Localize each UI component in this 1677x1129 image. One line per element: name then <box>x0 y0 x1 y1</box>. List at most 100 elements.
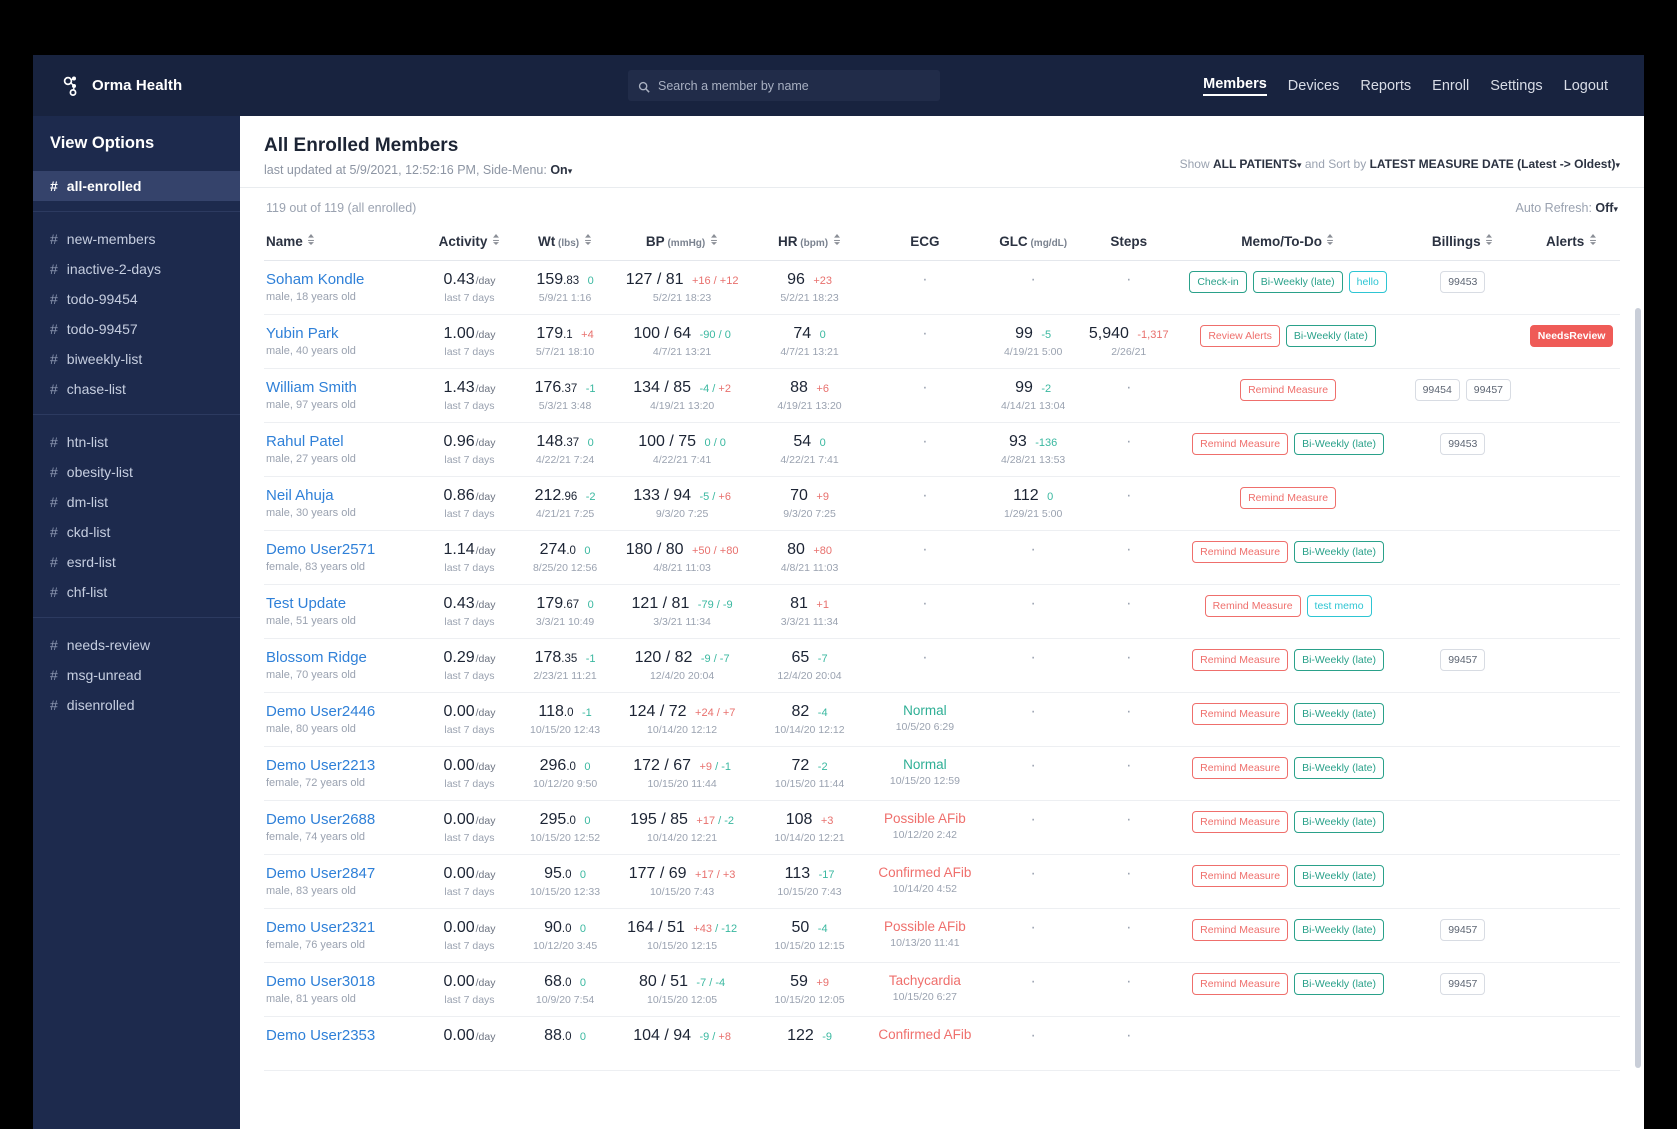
memo-badge[interactable]: Remind Measure <box>1204 595 1301 617</box>
sidebar-item-htn-list[interactable]: # htn-list <box>33 427 240 457</box>
chevron-down-icon-sort[interactable]: ▾ <box>1615 160 1620 170</box>
sort-icon[interactable] <box>307 233 316 248</box>
memo-badge[interactable]: Remind Measure <box>1192 757 1289 779</box>
sort-icon[interactable] <box>709 233 718 248</box>
memo-badge[interactable]: Bi-Weekly (late) <box>1294 757 1384 779</box>
memo-badge[interactable]: Remind Measure <box>1192 865 1289 887</box>
memo-badge[interactable]: Bi-Weekly (late) <box>1285 325 1376 347</box>
table-row[interactable]: Demo User2688 female, 74 years old 0.00/da… <box>264 800 1620 855</box>
sort-icon[interactable] <box>1326 233 1335 248</box>
memo-badge[interactable]: Bi-Weekly (late) <box>1252 271 1343 293</box>
billing-badge[interactable]: 99454 <box>1414 379 1460 401</box>
column-header-wt[interactable]: Wt (lbs) <box>517 226 613 261</box>
table-row[interactable]: Demo User2446 male, 80 years old 0.00/day l… <box>264 692 1620 747</box>
chevron-down-icon-refresh[interactable]: ▾ <box>1613 204 1618 214</box>
table-row[interactable]: Blossom Ridge male, 70 years old 0.29/day l… <box>264 638 1620 693</box>
nav-link-devices[interactable]: Devices <box>1288 78 1340 94</box>
sidebar-item-biweekly-list[interactable]: # biweekly-list <box>33 344 240 374</box>
memo-badge[interactable]: Bi-Weekly (late) <box>1294 703 1384 725</box>
memo-badge[interactable]: Remind Measure <box>1240 487 1337 509</box>
member-name-link[interactable]: Demo User2688 <box>266 811 417 828</box>
sidebar-item-todo-99457[interactable]: # todo-99457 <box>33 314 240 344</box>
nav-link-enroll[interactable]: Enroll <box>1432 78 1469 94</box>
memo-badge[interactable]: Review Alerts <box>1200 325 1280 347</box>
table-row[interactable]: Soham Kondle male, 18 years old 0.43/day la… <box>264 260 1620 315</box>
memo-badge[interactable]: hello <box>1348 271 1387 293</box>
column-header-alerts[interactable]: Alerts <box>1523 226 1620 261</box>
column-header-bp[interactable]: BP (mmHg) <box>612 226 752 261</box>
sidebar-item-all-enrolled[interactable]: # all-enrolled <box>33 171 240 201</box>
nav-link-reports[interactable]: Reports <box>1360 78 1411 94</box>
side-menu-value[interactable]: On <box>550 163 567 177</box>
member-name-link[interactable]: Test Update <box>266 595 417 612</box>
memo-badge[interactable]: Bi-Weekly (late) <box>1294 649 1384 671</box>
chevron-down-icon-show[interactable]: ▾ <box>1297 160 1302 170</box>
sidebar-item-msg-unread[interactable]: # msg-unread <box>33 660 240 690</box>
vertical-scrollbar[interactable] <box>1635 308 1641 1068</box>
sidebar-item-esrd-list[interactable]: # esrd-list <box>33 547 240 577</box>
memo-badge[interactable]: test memo <box>1306 595 1372 617</box>
sidebar-item-chf-list[interactable]: # chf-list <box>33 577 240 607</box>
sort-icon[interactable] <box>583 233 592 248</box>
memo-badge[interactable]: Bi-Weekly (late) <box>1294 811 1384 833</box>
member-name-link[interactable]: Demo User2571 <box>266 541 417 558</box>
member-name-link[interactable]: Soham Kondle <box>266 271 417 288</box>
member-name-link[interactable]: Demo User2847 <box>266 865 417 882</box>
nav-link-logout[interactable]: Logout <box>1564 78 1608 94</box>
sidebar-item-dm-list[interactable]: # dm-list <box>33 487 240 517</box>
table-row[interactable]: Demo User3018 male, 81 years old 0.00/day l… <box>264 962 1620 1017</box>
table-row[interactable]: Demo User2353 0.00/day 88.0 0 104 / 94 -9 /… <box>264 1016 1620 1071</box>
sidebar-item-inactive-2-days[interactable]: # inactive-2-days <box>33 254 240 284</box>
nav-link-settings[interactable]: Settings <box>1490 78 1542 94</box>
memo-badge[interactable]: Check-in <box>1189 271 1247 293</box>
table-row[interactable]: Demo User2213 female, 72 years old 0.00/da… <box>264 746 1620 801</box>
auto-refresh-value[interactable]: Off <box>1595 201 1613 215</box>
memo-badge[interactable]: Remind Measure <box>1192 649 1289 671</box>
member-name-link[interactable]: Yubin Park <box>266 325 417 342</box>
sort-icon[interactable] <box>1485 233 1494 248</box>
member-name-link[interactable]: Blossom Ridge <box>266 649 417 666</box>
memo-badge[interactable]: Bi-Weekly (late) <box>1294 973 1384 995</box>
table-row[interactable]: Neil Ahuja male, 30 years old 0.86/day last… <box>264 476 1620 531</box>
billing-badge[interactable]: 99457 <box>1440 973 1486 995</box>
billing-badge[interactable]: 99457 <box>1440 649 1486 671</box>
sidebar-item-obesity-list[interactable]: # obesity-list <box>33 457 240 487</box>
table-row[interactable]: Demo User2571 female, 83 years old 1.14/da… <box>264 530 1620 585</box>
sort-icon[interactable] <box>491 233 500 248</box>
memo-badge[interactable]: Bi-Weekly (late) <box>1294 433 1384 455</box>
member-name-link[interactable]: Demo User2353 <box>266 1027 417 1044</box>
memo-badge[interactable]: Bi-Weekly (late) <box>1294 541 1384 563</box>
search-box[interactable]: Search a member by name <box>628 70 940 101</box>
sidebar-item-disenrolled[interactable]: # disenrolled <box>33 690 240 720</box>
table-row[interactable]: Yubin Park male, 40 years old 1.00/day last… <box>264 314 1620 369</box>
column-header-name[interactable]: Name <box>264 226 422 261</box>
chevron-down-icon[interactable]: ▾ <box>568 166 573 176</box>
sort-icon[interactable] <box>832 233 841 248</box>
member-name-link[interactable]: William Smith <box>266 379 417 396</box>
billing-badge[interactable]: 99453 <box>1440 271 1486 293</box>
sidebar-item-new-members[interactable]: # new-members <box>33 224 240 254</box>
table-row[interactable]: Test Update male, 51 years old 0.43/day las… <box>264 584 1620 639</box>
column-header-billings[interactable]: Billings <box>1402 226 1524 261</box>
table-row[interactable]: William Smith male, 97 years old 1.43/day l… <box>264 368 1620 423</box>
search-input[interactable]: Search a member by name <box>658 79 809 93</box>
sidebar-item-todo-99454[interactable]: # todo-99454 <box>33 284 240 314</box>
memo-badge[interactable]: Bi-Weekly (late) <box>1294 919 1384 941</box>
member-name-link[interactable]: Demo User2446 <box>266 703 417 720</box>
table-row[interactable]: Demo User2847 male, 83 years old 0.00/day l… <box>264 854 1620 909</box>
memo-badge[interactable]: Remind Measure <box>1192 703 1289 725</box>
memo-badge[interactable]: Bi-Weekly (late) <box>1294 865 1384 887</box>
column-header-memo-to-do[interactable]: Memo/To-Do <box>1173 226 1403 261</box>
memo-badge[interactable]: Remind Measure <box>1240 379 1337 401</box>
billing-badge[interactable]: 99457 <box>1440 919 1486 941</box>
table-row[interactable]: Demo User2321 female, 76 years old 0.00/da… <box>264 908 1620 963</box>
sort-value[interactable]: LATEST MEASURE DATE (Latest -> Oldest) <box>1370 157 1616 171</box>
member-name-link[interactable]: Demo User2321 <box>266 919 417 936</box>
nav-link-members[interactable]: Members <box>1203 76 1267 96</box>
billing-badge[interactable]: 99453 <box>1440 433 1486 455</box>
member-name-link[interactable]: Rahul Patel <box>266 433 417 450</box>
memo-badge[interactable]: Remind Measure <box>1192 973 1289 995</box>
sidebar-item-chase-list[interactable]: # chase-list <box>33 374 240 404</box>
member-name-link[interactable]: Demo User3018 <box>266 973 417 990</box>
member-name-link[interactable]: Neil Ahuja <box>266 487 417 504</box>
